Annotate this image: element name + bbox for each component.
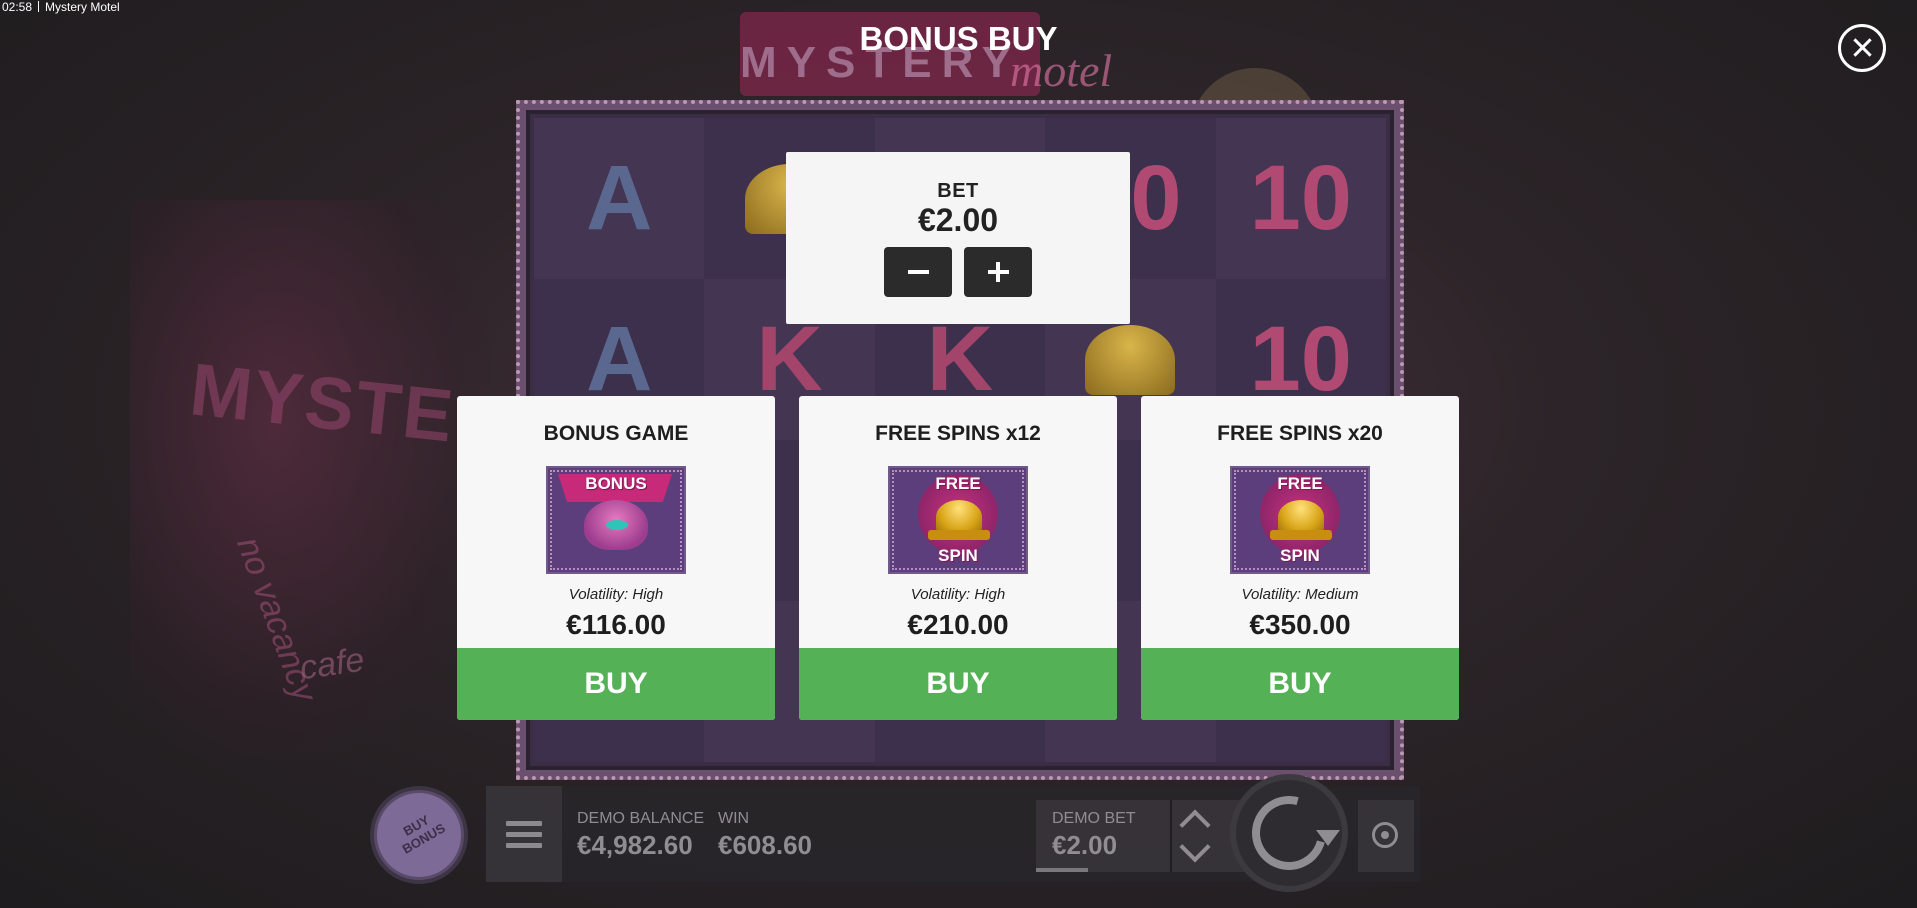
separator	[38, 1, 40, 12]
bell-base	[928, 530, 990, 540]
option-title: FREE SPINS x12	[875, 422, 1041, 445]
reel-symbol: 10	[1215, 118, 1386, 279]
bonus-option-card: BONUS GAME BONUS Volatility: High €116.0…	[457, 396, 775, 720]
spin-arrow-icon	[1316, 830, 1340, 846]
option-title: BONUS GAME	[543, 422, 689, 445]
control-bar: DEMO BALANCE €4,982.60 WIN €608.60 DEMO …	[486, 774, 1420, 892]
win-value: €608.60	[718, 830, 812, 860]
app-title: Mystery Motel	[45, 0, 120, 14]
demo-bet-label: DEMO BET	[1052, 810, 1136, 827]
bet-value: €2.00	[917, 202, 999, 238]
octopus-eye	[606, 520, 628, 530]
demo-bet-display: DEMO BET €2.00	[1052, 810, 1136, 861]
free-spin-image: FREE SPIN	[1230, 466, 1370, 574]
free-spin-image: FREE SPIN	[888, 466, 1028, 574]
option-volatility: Volatility: High	[568, 586, 664, 603]
menu-button[interactable]	[486, 786, 562, 882]
option-volatility: Volatility: High	[910, 586, 1006, 603]
reel-symbol: A	[534, 118, 705, 279]
increase-bet-button[interactable]	[964, 247, 1032, 297]
bet-panel: BET €2.00	[786, 152, 1130, 324]
dialog-title: BONUS BUY	[859, 20, 1058, 57]
bell-base	[1270, 530, 1332, 540]
win-display: WIN €608.60	[718, 810, 812, 861]
decrease-bet-button[interactable]	[884, 247, 952, 297]
buy-button[interactable]: BUY	[799, 648, 1117, 720]
autoplay-icon	[1372, 822, 1398, 848]
divider	[1170, 800, 1172, 872]
bet-stepper	[786, 247, 1130, 297]
image-text: FREE	[1277, 474, 1323, 493]
bonus-option-card: FREE SPINS x12 FREE SPIN Volatility: Hig…	[799, 396, 1117, 720]
buy-button[interactable]: BUY	[457, 648, 775, 720]
option-volatility: Volatility: Medium	[1241, 586, 1359, 603]
demo-bet-value: €2.00	[1052, 830, 1118, 860]
bet-label: BET	[937, 180, 979, 202]
close-icon[interactable]	[1838, 24, 1886, 72]
bell-icon	[1085, 324, 1176, 395]
option-price: €210.00	[907, 609, 1009, 640]
image-text: BONUS	[585, 474, 647, 493]
bell-icon	[1278, 500, 1324, 534]
option-price: €350.00	[1249, 609, 1351, 640]
bet-level-indicator	[1036, 868, 1088, 872]
hamburger-menu-icon	[506, 821, 542, 851]
bonus-option-card: FREE SPINS x20 FREE SPIN Volatility: Med…	[1141, 396, 1459, 720]
image-text: SPIN	[1280, 546, 1320, 565]
option-title: FREE SPINS x20	[1217, 422, 1383, 445]
autoplay-button[interactable]	[1358, 800, 1414, 872]
bonus-game-image: BONUS	[546, 466, 686, 574]
bell-icon	[936, 500, 982, 534]
status-bar: 02:58 Mystery Motel	[2, 0, 120, 14]
balance-value: €4,982.60	[577, 830, 693, 860]
image-text: SPIN	[938, 546, 978, 565]
buy-bonus-button[interactable]: BUY BONUS	[374, 790, 464, 880]
bet-down-arrow-icon[interactable]	[1179, 831, 1211, 863]
image-text: FREE	[935, 474, 981, 493]
balance-display: DEMO BALANCE €4,982.60	[577, 810, 704, 861]
option-price: €116.00	[566, 609, 666, 640]
clock-time: 02:58	[2, 0, 33, 14]
buy-bonus-label: BUY BONUS	[399, 812, 448, 857]
spin-button[interactable]	[1230, 774, 1348, 892]
buy-button[interactable]: BUY	[1141, 648, 1459, 720]
balance-label: DEMO BALANCE	[577, 810, 705, 827]
win-label: WIN	[718, 810, 750, 827]
